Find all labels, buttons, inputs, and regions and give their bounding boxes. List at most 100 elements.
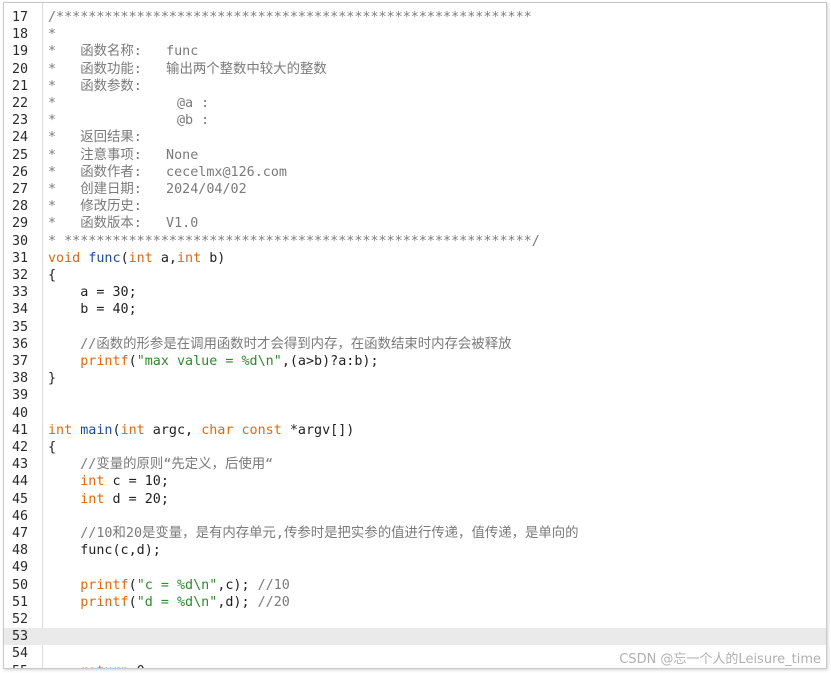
code-line[interactable]: 21 * 函数参数: <box>4 78 826 95</box>
code-line[interactable]: 36 //函数的形参是在调用函数时才会得到内存，在函数结束时内存会被释放 <box>4 336 826 353</box>
code-line[interactable]: 28 * 修改历史: <box>4 198 826 215</box>
code-line[interactable]: 50 printf("c = %d\n",c); //10 <box>4 577 826 594</box>
code-line[interactable]: 24 * 返回结果: <box>4 129 826 146</box>
code-line[interactable]: 40 <box>4 405 826 422</box>
code-line[interactable]: 33 a = 30; <box>4 284 826 301</box>
code-token: * 函数名称: func <box>48 44 199 60</box>
code-line[interactable]: 38} <box>4 370 826 387</box>
code-line[interactable]: 41 int main(int argc, char const *argv[]) <box>4 422 826 439</box>
code-line[interactable]: 44 int c = 10; <box>4 473 826 490</box>
line-number: 17 <box>12 10 29 25</box>
code-token: func(c,d); <box>48 543 161 559</box>
code-text: * @b : <box>48 112 209 129</box>
code-line[interactable]: 32 { <box>4 267 826 284</box>
code-line[interactable]: 43 //变量的原则“先定义，后使用“ <box>4 456 826 473</box>
code-token: * 修改历史: <box>48 199 142 215</box>
code-text: } <box>48 370 56 387</box>
code-token: ( <box>128 594 137 610</box>
code-text: * 函数版本: V1.0 <box>48 215 198 232</box>
code-line[interactable]: 27 * 创建日期: 2024/04/02 <box>4 181 826 198</box>
code-line[interactable]: 25 * 注意事项: None <box>4 147 826 164</box>
code-token: "max value = %d\n" <box>136 354 282 369</box>
code-line[interactable]: 35 <box>4 319 826 336</box>
code-line[interactable]: 47 //10和20是变量，是有内存单元,传参时是把实参的值进行传递，值传递，是… <box>4 525 826 542</box>
code-token: c = 10; <box>104 474 169 490</box>
watermark: CSDN @忘一个人的Leisure_time <box>619 652 821 667</box>
code-text: return 0; <box>48 663 153 668</box>
code-line[interactable]: 17 /*************************************… <box>4 9 826 26</box>
line-number: 54 <box>12 646 29 662</box>
code-line[interactable]: 39 <box>4 387 826 404</box>
code-editor[interactable]: 17 /*************************************… <box>3 2 827 669</box>
line-number: 44 <box>12 474 29 490</box>
code-token: main <box>80 422 113 438</box>
code-token: printf <box>80 594 129 610</box>
code-line[interactable]: 22 * @a : <box>4 95 826 112</box>
code-text: * 注意事项: None <box>48 147 198 164</box>
code-text: int c = 10; <box>48 473 169 490</box>
code-line[interactable]: 37 printf("max value = %d\n",(a>b)?a:b); <box>4 353 826 370</box>
code-line[interactable]: 46 <box>4 508 826 525</box>
code-text: * 函数参数: <box>48 78 142 95</box>
line-number: 27 <box>12 182 29 197</box>
code-line[interactable]: 20 * 函数功能: 输出两个整数中较大的整数 <box>4 61 826 78</box>
code-line[interactable]: 19 * 函数名称: func <box>4 43 826 60</box>
code-text: * 函数功能: 输出两个整数中较大的整数 <box>48 61 327 78</box>
code-token: int <box>120 422 145 438</box>
code-text: * @a : <box>48 95 209 112</box>
code-line[interactable]: 51 printf("d = %d\n",d); //20 <box>4 594 826 611</box>
code-line[interactable]: 26 * 函数作者: cecelmx@126.com <box>4 164 826 181</box>
code-text: a = 30; <box>48 284 136 301</box>
code-line[interactable]: 53 <box>4 628 826 646</box>
code-token: * <box>48 27 57 43</box>
code-text: * 函数名称: func <box>48 43 198 60</box>
code-line[interactable]: 23 * @b : <box>4 112 826 129</box>
code-token: * 函数版本: V1.0 <box>48 216 199 232</box>
code-token: b = 40; <box>48 302 137 318</box>
code-line[interactable]: 29 * 函数版本: V1.0 <box>4 215 826 232</box>
code-text: { <box>48 439 56 456</box>
code-token: ( <box>128 577 137 593</box>
code-line[interactable]: 18 * <box>4 26 826 43</box>
code-token: int <box>80 474 105 490</box>
line-number: 28 <box>12 199 29 215</box>
code-token: int <box>177 250 202 266</box>
code-line[interactable]: 34 b = 40; <box>4 301 826 318</box>
code-token: const <box>241 422 282 438</box>
line-number: 19 <box>12 44 29 60</box>
code-text: * **************************************… <box>48 233 540 250</box>
line-number: 31 <box>12 250 29 266</box>
code-line[interactable]: 52 <box>4 611 826 628</box>
line-number: 53 <box>12 629 29 645</box>
code-token: ,c); <box>217 577 258 593</box>
code-token: ,(a>b)?a:b); <box>281 354 379 369</box>
code-token: a, <box>152 250 177 266</box>
line-number: 18 <box>12 27 29 43</box>
code-token: "d = %d\n" <box>136 594 218 610</box>
code-text: b = 40; <box>48 301 137 318</box>
code-token: * 函数作者: cecelmx@126.com <box>48 164 287 180</box>
line-number: 43 <box>12 457 29 473</box>
line-number: 41 <box>12 422 29 438</box>
line-number: 30 <box>12 233 29 249</box>
code-token: int <box>80 491 105 507</box>
code-line[interactable]: 48 func(c,d); <box>4 542 826 559</box>
line-number: 39 <box>12 388 29 404</box>
code-line[interactable]: 30 * ************************************… <box>4 233 826 250</box>
code-line[interactable]: 42 { <box>4 439 826 456</box>
code-line[interactable]: 31 void func(int a,int b) <box>4 250 826 267</box>
code-line[interactable]: 45 int d = 20; <box>4 491 826 508</box>
code-line[interactable]: 49 <box>4 559 826 576</box>
code-token: char <box>201 422 234 438</box>
code-text: printf("d = %d\n",d); //20 <box>48 594 290 611</box>
code-token: { <box>48 268 57 283</box>
code-token: * 创建日期: 2024/04/02 <box>48 182 247 197</box>
code-token: argc, <box>144 422 202 438</box>
code-token: func <box>88 250 121 266</box>
line-number: 23 <box>12 113 29 129</box>
code-token: //10 <box>257 577 290 593</box>
code-token: * @b : <box>48 113 210 129</box>
